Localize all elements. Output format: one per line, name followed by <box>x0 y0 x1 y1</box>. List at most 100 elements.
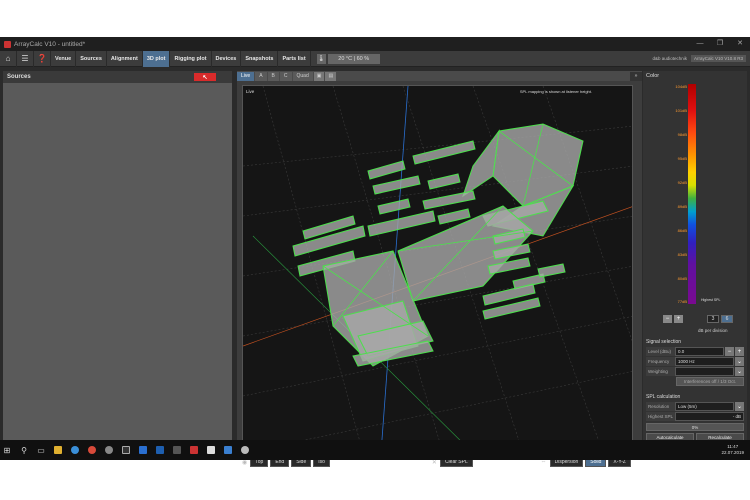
close-button[interactable]: ✕ <box>730 37 750 51</box>
interference-button[interactable]: Interferences off / 1/3 Oct. <box>676 377 744 386</box>
minimize-button[interactable]: — <box>690 37 710 51</box>
open-view-icon[interactable]: ▤ <box>325 71 337 81</box>
frequency-label: Frequency <box>646 357 675 366</box>
tab-snapshots[interactable]: Snapshots <box>241 50 279 67</box>
document-icon[interactable] <box>204 440 218 460</box>
tab-parts-list[interactable]: Parts list <box>278 50 311 67</box>
scale-label: 77dB <box>677 299 687 304</box>
3d-scene-svg <box>243 86 632 451</box>
tab-c[interactable]: C <box>279 71 292 81</box>
chevron-down-icon[interactable]: ⌄ <box>735 357 744 366</box>
settings-icon[interactable] <box>102 440 116 460</box>
frequency-row: Frequency 1000 Hz ⌄ <box>646 357 744 366</box>
home-icon[interactable]: ⌂ <box>0 50 17 67</box>
save-view-icon[interactable]: ▣ <box>313 71 325 81</box>
signal-selection-section: Signal selection Level (dBu) 0.0 − + Fre… <box>646 339 744 386</box>
app-icon[interactable] <box>119 440 133 460</box>
highest-spl-row: Highest SPL - dB <box>646 412 744 421</box>
help-icon[interactable]: ❓ <box>34 50 51 67</box>
spl-calculation-title: SPL calculation <box>646 394 681 400</box>
division-stepper: − + 3 6 <box>663 315 735 323</box>
step-6-button[interactable]: 6 <box>721 315 733 323</box>
highest-spl-hint: Highest SPL <box>701 298 721 302</box>
clock-date: 22.07.2019 <box>721 450 744 455</box>
tab-3d-plot[interactable]: 3D plot <box>142 50 171 67</box>
color-settings-panel: Color 104dB 101dB 98dB 95dB 92dB 89dB 86… <box>643 71 747 459</box>
color-panel-title: Color <box>646 73 660 79</box>
3d-scene[interactable]: Live SPL mapping is shown at listener he… <box>242 85 633 452</box>
window-title: ArrayCalc V10 - untitled* <box>14 40 86 48</box>
app-window: ArrayCalc V10 - untitled* — ❐ ✕ ⌂ ☰ ❓ Ve… <box>0 37 750 467</box>
search-icon[interactable]: ⚲ <box>17 440 31 460</box>
level-input[interactable]: 0.0 <box>675 347 724 356</box>
level-decrement[interactable]: − <box>725 347 734 356</box>
view-tabs: Live A B C Quad ▣ ▤ » <box>237 71 642 81</box>
3d-view-panel: Live A B C Quad ▣ ▤ » Live SPL mapping i… <box>237 71 642 467</box>
temperature-field[interactable]: 20 °C | 60 % <box>327 53 380 64</box>
signal-selection-title: Signal selection <box>646 339 682 345</box>
chart-icon[interactable] <box>221 440 235 460</box>
scale-label: 89dB <box>677 204 687 209</box>
tab-alignment[interactable]: Alignment <box>107 50 143 67</box>
scale-label: 80dB <box>677 276 687 281</box>
maximize-button[interactable]: ❐ <box>710 37 730 51</box>
chrome-icon[interactable] <box>85 440 99 460</box>
windows-start-icon[interactable]: ⊞ <box>0 440 14 460</box>
level-increment[interactable]: + <box>735 347 744 356</box>
highest-spl-label: Highest SPL <box>646 412 675 421</box>
media-icon[interactable] <box>170 440 184 460</box>
weighting-select[interactable] <box>675 367 734 376</box>
scale-label: 92dB <box>677 180 687 185</box>
tab-a[interactable]: A <box>255 71 267 81</box>
main-toolbar: ⌂ ☰ ❓ Venue Sources Alignment 3D plot Ri… <box>0 50 750 67</box>
sources-panel-title: Sources <box>7 74 31 80</box>
browser-icon[interactable] <box>68 440 82 460</box>
brand-right: ArrayCalc V10 V10.8 R3 <box>690 55 746 62</box>
arraycalc-taskbar-icon[interactable] <box>238 440 252 460</box>
tab-sources[interactable]: Sources <box>76 50 107 67</box>
tab-devices[interactable]: Devices <box>212 50 242 67</box>
scale-label: 101dB <box>675 108 687 113</box>
remove-source-button[interactable]: ↖ <box>194 73 216 81</box>
tab-venue[interactable]: Venue <box>51 50 77 67</box>
brand-left: d&b audiotechnik <box>652 56 687 61</box>
menu-icon[interactable]: ☰ <box>17 50 34 67</box>
level-row: Level (dBu) 0.0 − + <box>646 347 744 356</box>
scene-live-label: Live <box>246 89 255 94</box>
resolution-select[interactable]: Low (5m) <box>675 402 734 411</box>
tab-live[interactable]: Live <box>237 71 255 81</box>
step-3-button[interactable]: 3 <box>707 315 719 323</box>
calculation-progress: 0% <box>646 423 744 431</box>
tool-icon[interactable] <box>187 440 201 460</box>
per-division-label: dB per division <box>698 328 728 333</box>
outlook-icon[interactable] <box>153 440 167 460</box>
scale-label: 83dB <box>677 252 687 257</box>
level-label: Level (dBu) <box>646 347 675 356</box>
sources-panel: Sources ↖ <box>3 71 232 457</box>
cursor-arrow-icon: ↖ <box>202 74 208 81</box>
task-view-icon[interactable]: ▭ <box>34 440 48 460</box>
tab-b[interactable]: B <box>267 71 279 81</box>
thermometer-icon[interactable]: 🌡 <box>316 53 326 64</box>
spl-calculation-section: SPL calculation Resolution Low (5m) ⌄ Hi… <box>646 394 744 442</box>
windows-taskbar: ⊞ ⚲ ▭ 11:47 22.07.2019 <box>0 440 750 460</box>
expand-icon[interactable]: » <box>630 71 642 81</box>
resolution-row: Resolution Low (5m) ⌄ <box>646 402 744 411</box>
tab-rigging-plot[interactable]: Rigging plot <box>170 50 212 67</box>
tab-quad[interactable]: Quad <box>292 71 313 81</box>
mail-icon[interactable] <box>136 440 150 460</box>
app-logo-icon <box>4 40 11 48</box>
decrement-button[interactable]: − <box>663 315 672 323</box>
title-bar: ArrayCalc V10 - untitled* — ❐ ✕ <box>0 37 750 51</box>
increment-button[interactable]: + <box>674 315 683 323</box>
weighting-label: Weighting <box>646 367 675 376</box>
system-clock[interactable]: 11:47 22.07.2019 <box>721 444 744 456</box>
sources-panel-header: Sources ↖ <box>3 71 232 83</box>
spl-color-scale <box>688 84 696 304</box>
chevron-down-icon[interactable]: ⌄ <box>735 402 744 411</box>
folder-icon[interactable] <box>51 440 65 460</box>
scale-label: 98dB <box>677 132 687 137</box>
frequency-select[interactable]: 1000 Hz <box>675 357 734 366</box>
weighting-row: Weighting ⌄ <box>646 367 744 376</box>
chevron-down-icon[interactable]: ⌄ <box>735 367 744 376</box>
